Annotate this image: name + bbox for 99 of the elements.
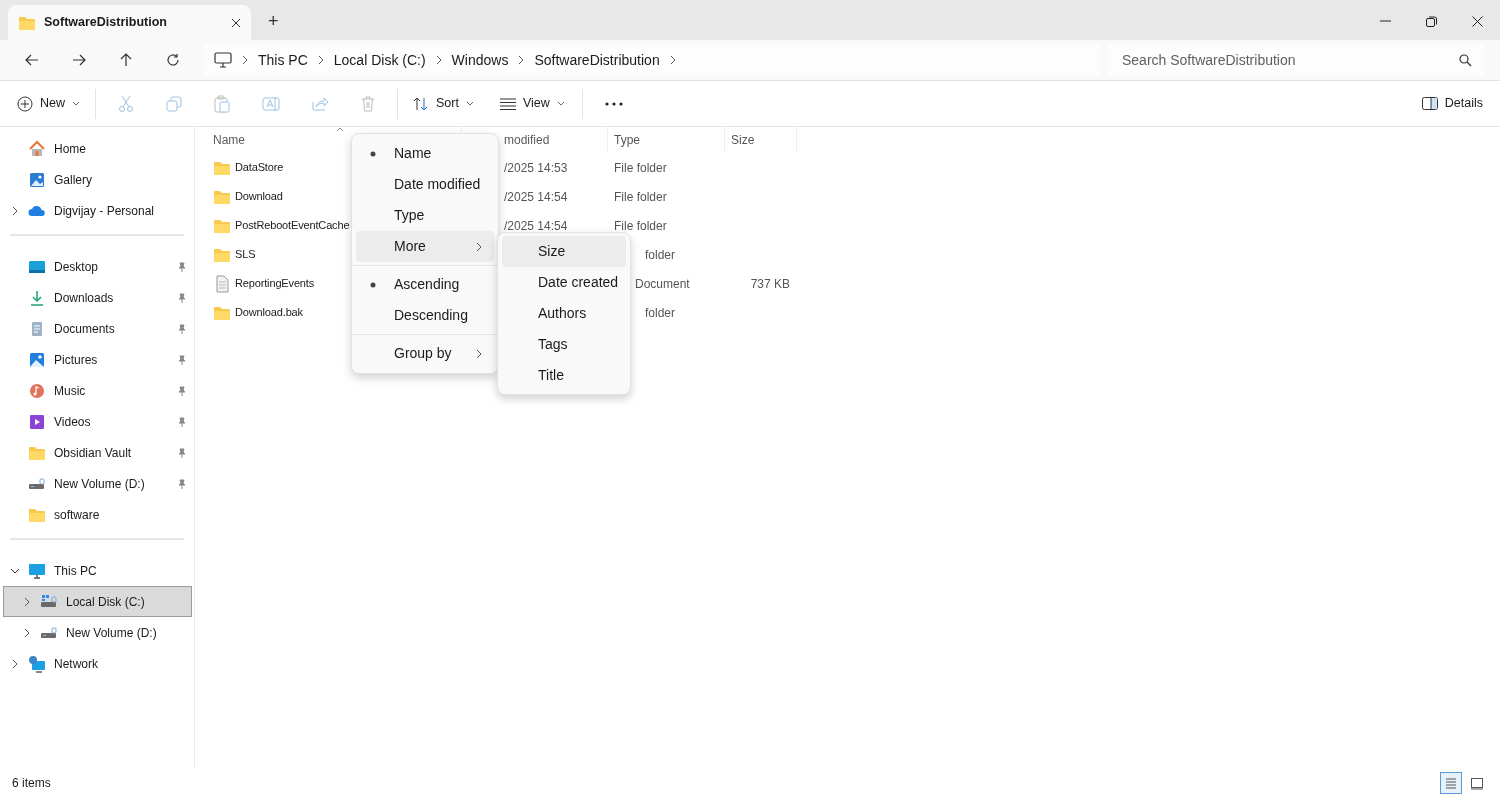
restore-icon (1425, 15, 1437, 27)
menu-item[interactable]: Title (502, 360, 626, 391)
menu-item[interactable]: Type (356, 200, 494, 231)
browser-tab[interactable]: SoftwareDistribution (8, 5, 251, 40)
copy-icon (166, 95, 182, 112)
nav-item[interactable]: Obsidian Vault (0, 437, 194, 468)
type-cell: folder (645, 305, 676, 320)
up-arrow-icon (119, 53, 132, 67)
file-name[interactable]: Download (235, 188, 283, 205)
rename-icon (262, 95, 280, 112)
monitor-icon (28, 561, 46, 580)
trash-icon (361, 95, 375, 112)
type-cell: Document (635, 276, 690, 291)
sort-icon (413, 96, 429, 111)
menu-item[interactable]: Date created (502, 267, 626, 298)
nav-item[interactable]: Network (0, 648, 194, 679)
monitor-icon (214, 52, 232, 68)
column-header[interactable]: modified (504, 131, 550, 149)
file-name[interactable]: PostRebootEventCache (235, 217, 350, 234)
search-icon (1459, 54, 1472, 67)
column-header[interactable]: Name (213, 131, 245, 149)
sort-caret-icon (336, 127, 344, 132)
breadcrumb-item[interactable]: Local Disk (C:) (325, 49, 434, 71)
breadcrumb-item[interactable]: SoftwareDistribution (526, 49, 668, 71)
menu-item[interactable]: Name (356, 138, 494, 169)
menu-item[interactable]: Ascending (356, 269, 494, 300)
details-pane-icon (1421, 97, 1438, 110)
nav-item[interactable]: software (0, 499, 194, 530)
tiles-view-icon (1469, 775, 1485, 791)
nav-item[interactable]: Music (0, 375, 194, 406)
menu-item[interactable]: Authors (502, 298, 626, 329)
nav-item[interactable]: New Volume (D:) (0, 468, 194, 499)
refresh-icon (165, 53, 180, 67)
view-button[interactable]: View (490, 87, 574, 120)
search-field[interactable]: Search SoftwareDistribution (1108, 44, 1484, 76)
network-icon (28, 654, 46, 673)
new-button[interactable]: New (8, 87, 89, 120)
caret-icon (465, 101, 474, 106)
file-name[interactable]: DataStore (235, 159, 284, 176)
type-cell: folder (645, 247, 676, 262)
music-note-icon (28, 381, 46, 400)
sort-button[interactable]: Sort (404, 87, 483, 120)
nav-item[interactable]: Desktop (0, 251, 194, 282)
file-name[interactable]: SLS (235, 246, 256, 263)
nav-item[interactable]: Pictures (0, 344, 194, 375)
file-name[interactable]: ReportingEvents (235, 275, 315, 292)
menu-item[interactable]: More (356, 231, 494, 262)
house-icon (28, 139, 46, 158)
breadcrumb-item[interactable]: This PC (250, 49, 316, 71)
breadcrumb-item[interactable]: Windows (443, 49, 517, 71)
download-arrow-icon (28, 288, 46, 307)
file-name[interactable]: Download.bak (235, 304, 303, 321)
list-lines-icon (499, 97, 516, 110)
new-tab-button[interactable]: + (259, 5, 288, 37)
item-count: 6 items (12, 775, 51, 792)
nav-item[interactable]: Digvijay - Personal (0, 195, 194, 226)
minimize-icon (1379, 20, 1391, 22)
forward-arrow-icon (71, 54, 86, 66)
nav-item[interactable]: Gallery (0, 164, 194, 195)
nav-item[interactable]: Home (0, 133, 194, 164)
picture-frame-icon (28, 170, 46, 189)
ellipsis-icon (604, 101, 623, 106)
video-icon (28, 412, 46, 431)
date-cell: /2025 14:53 (504, 160, 568, 175)
menu-item[interactable]: Group by (356, 338, 494, 369)
menu-item[interactable]: Size (502, 236, 626, 267)
size-cell: 737 KB (750, 276, 790, 291)
details-button[interactable]: Details (1412, 87, 1492, 120)
close-tab-icon (231, 17, 241, 28)
menu-item[interactable]: Tags (502, 329, 626, 360)
nav-item[interactable]: New Volume (D:) (0, 617, 194, 648)
clipboard-icon (214, 94, 230, 113)
nav-item[interactable]: Downloads (0, 282, 194, 313)
breadcrumb-chevron-icon (240, 55, 250, 65)
plus-circle-icon (17, 95, 33, 112)
type-cell: File folder (614, 189, 667, 204)
menu-item[interactable]: Descending (356, 300, 494, 331)
nav-item[interactable]: This PC (0, 555, 194, 586)
column-header[interactable]: Size (731, 131, 755, 149)
address-bar[interactable]: This PC Local Disk (C:) Windows SoftwareDistribution (204, 44, 1100, 76)
nav-item[interactable]: Local Disk (C:) (3, 586, 192, 617)
type-cell: File folder (614, 160, 667, 175)
scissors-icon (118, 94, 134, 113)
view-toggle[interactable] (1440, 772, 1462, 794)
nav-item[interactable]: Videos (0, 406, 194, 437)
menu-item[interactable]: Date modified (356, 169, 494, 200)
date-cell: /2025 14:54 (504, 218, 568, 233)
nav-item[interactable]: Documents (0, 313, 194, 344)
caret-icon (556, 101, 565, 106)
caret-icon (72, 101, 80, 106)
picture-icon (28, 350, 46, 369)
details-view-icon (1443, 775, 1459, 791)
column-header[interactable]: Type (614, 131, 640, 149)
type-cell: File folder (614, 218, 667, 233)
document-icon (213, 274, 231, 293)
date-cell: /2025 14:54 (504, 189, 568, 204)
close-icon (1471, 15, 1483, 27)
share-icon (312, 96, 329, 111)
back-arrow-icon (24, 54, 39, 66)
